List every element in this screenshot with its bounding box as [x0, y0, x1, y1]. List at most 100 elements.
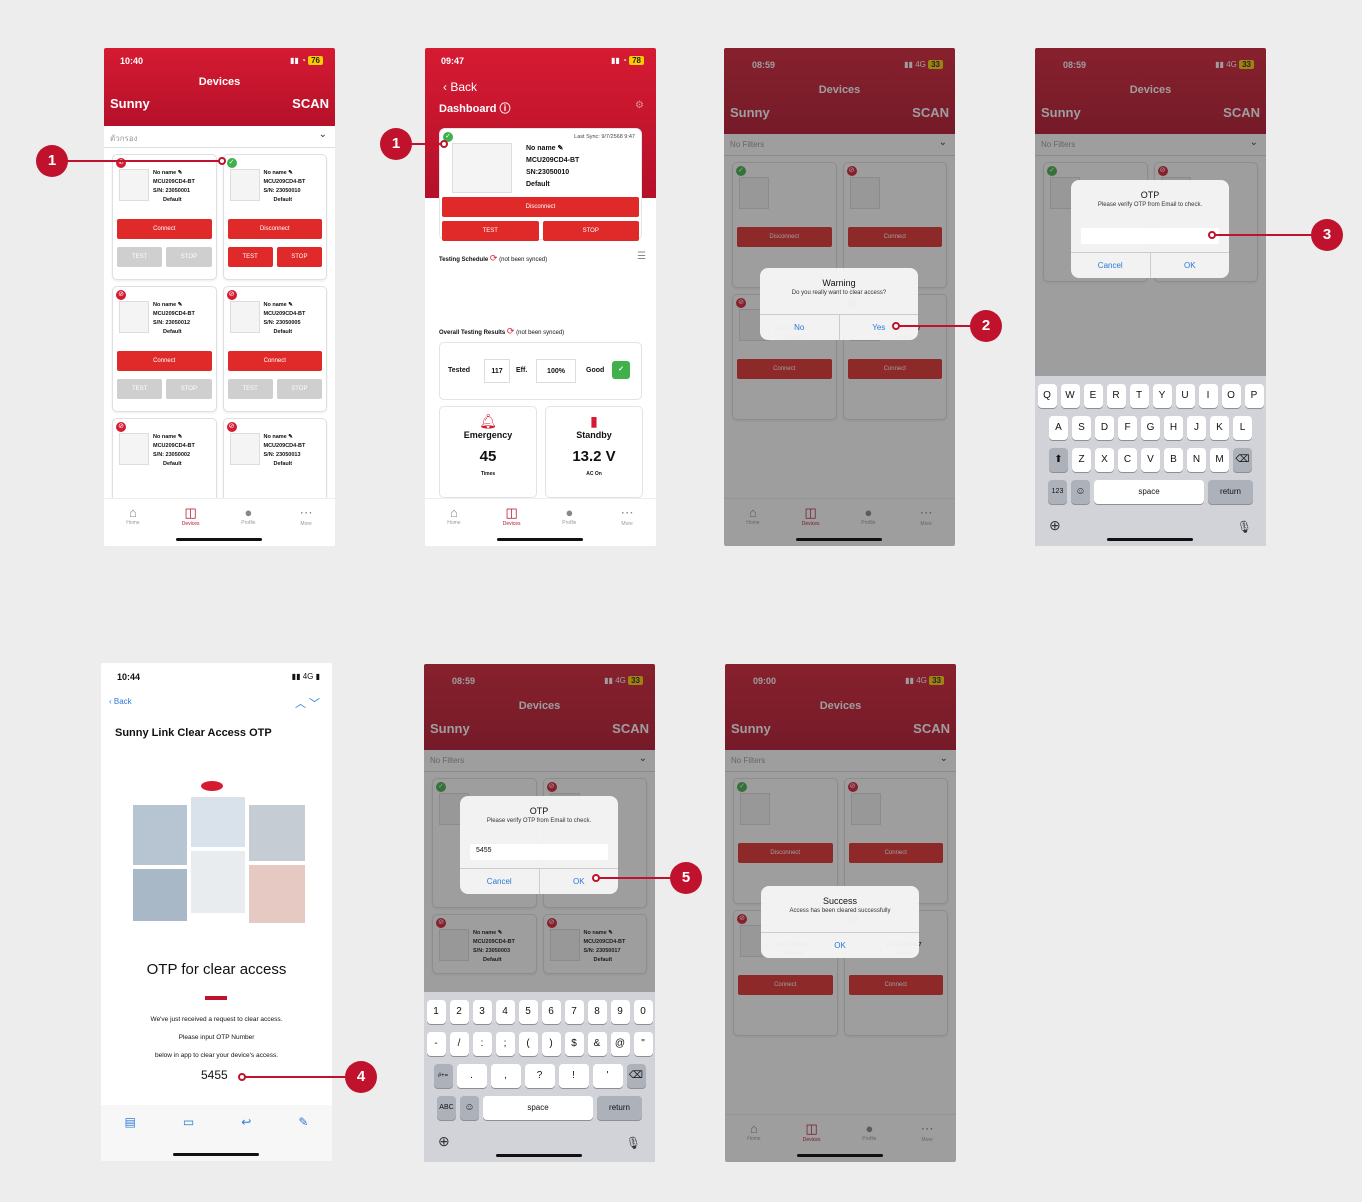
- tab-home[interactable]: ⌂ Home: [113, 505, 153, 546]
- key[interactable]: C: [1118, 448, 1137, 472]
- return-key[interactable]: return: [1208, 480, 1253, 504]
- otp-input[interactable]: 5455: [470, 844, 608, 860]
- key[interactable]: G: [1141, 416, 1160, 440]
- symbols-key[interactable]: #+=: [433, 1064, 453, 1088]
- key[interactable]: .: [456, 1064, 487, 1088]
- key[interactable]: K: [1210, 416, 1229, 440]
- yes-button[interactable]: Yes: [838, 315, 919, 340]
- key[interactable]: 8: [587, 1000, 607, 1024]
- back-button[interactable]: ‹ Back: [109, 697, 132, 706]
- key[interactable]: A: [1049, 416, 1068, 440]
- test-button[interactable]: TEST: [117, 247, 163, 267]
- stop-button[interactable]: STOP: [166, 379, 212, 399]
- tab-more[interactable]: ⋯ More: [607, 505, 647, 546]
- key[interactable]: Z: [1072, 448, 1091, 472]
- key[interactable]: M: [1210, 448, 1229, 472]
- otp-input[interactable]: [1081, 228, 1219, 244]
- key[interactable]: N: [1187, 448, 1206, 472]
- key[interactable]: V: [1141, 448, 1160, 472]
- test-button[interactable]: TEST: [227, 379, 273, 399]
- device-card[interactable]: ⊘ No name ✎ MCU209CD4-BT S/N: 23050001 D…: [112, 154, 217, 280]
- key[interactable]: F: [1118, 416, 1137, 440]
- connect-button[interactable]: Connect: [227, 351, 322, 371]
- key[interactable]: U: [1175, 384, 1195, 408]
- key[interactable]: 7: [564, 1000, 584, 1024]
- key[interactable]: 9: [610, 1000, 630, 1024]
- key[interactable]: R: [1106, 384, 1126, 408]
- globe-icon[interactable]: ⊕: [1049, 517, 1061, 534]
- disconnect-button[interactable]: Disconnect: [442, 197, 639, 217]
- key[interactable]: 5: [518, 1000, 538, 1024]
- key[interactable]: @: [610, 1032, 630, 1056]
- key[interactable]: O: [1221, 384, 1241, 408]
- key[interactable]: 2: [449, 1000, 469, 1024]
- key[interactable]: X: [1095, 448, 1114, 472]
- calendar-icon[interactable]: ☰: [637, 251, 646, 262]
- key[interactable]: (: [518, 1032, 538, 1056]
- stop-button[interactable]: STOP: [542, 221, 639, 241]
- numbers-key[interactable]: 123: [1048, 480, 1067, 504]
- compose-icon[interactable]: ✎: [298, 1115, 308, 1161]
- microphone-icon[interactable]: 🎙︎: [626, 1136, 641, 1150]
- connect-button[interactable]: Connect: [117, 219, 212, 239]
- test-button[interactable]: TEST: [442, 221, 539, 241]
- key[interactable]: !: [558, 1064, 589, 1088]
- test-button[interactable]: TEST: [117, 379, 163, 399]
- no-button[interactable]: No: [760, 315, 839, 340]
- key[interactable]: E: [1083, 384, 1103, 408]
- shift-icon[interactable]: ⬆: [1049, 448, 1068, 472]
- globe-icon[interactable]: ⊕: [438, 1133, 450, 1150]
- key[interactable]: ?: [524, 1064, 555, 1088]
- key[interactable]: S: [1072, 416, 1091, 440]
- emoji-icon[interactable]: ☺: [1071, 480, 1090, 504]
- key[interactable]: /: [449, 1032, 469, 1056]
- chevron-up-down-icon[interactable]: ︿ ﹀: [295, 695, 320, 711]
- key[interactable]: ): [541, 1032, 561, 1056]
- key[interactable]: $: [564, 1032, 584, 1056]
- key[interactable]: L: [1233, 416, 1252, 440]
- space-key[interactable]: space: [1094, 480, 1204, 504]
- connect-button[interactable]: Connect: [117, 351, 212, 371]
- key[interactable]: T: [1129, 384, 1149, 408]
- key[interactable]: ;: [495, 1032, 515, 1056]
- key[interactable]: W: [1060, 384, 1080, 408]
- return-key[interactable]: return: [597, 1096, 642, 1120]
- device-card[interactable]: ⊘ No name ✎ MCU209CD4-BT S/N: 23050005 D…: [222, 286, 327, 412]
- key[interactable]: J: [1187, 416, 1206, 440]
- tab-home[interactable]: ⌂ Home: [434, 505, 474, 546]
- disconnect-button[interactable]: Disconnect: [227, 219, 322, 239]
- tab-more[interactable]: ⋯ More: [286, 505, 326, 546]
- key[interactable]: Y: [1152, 384, 1172, 408]
- settings-icon[interactable]: ⚙: [635, 100, 644, 111]
- device-card[interactable]: ⊘ No name ✎ MCU209CD4-BT S/N: 23050012 D…: [112, 286, 217, 412]
- backspace-icon[interactable]: ⌫: [626, 1064, 646, 1088]
- key[interactable]: ,: [490, 1064, 521, 1088]
- key[interactable]: H: [1164, 416, 1183, 440]
- stop-button[interactable]: STOP: [276, 379, 322, 399]
- ok-button[interactable]: OK: [538, 869, 619, 894]
- key[interactable]: 4: [495, 1000, 515, 1024]
- stop-button[interactable]: STOP: [276, 247, 322, 267]
- key[interactable]: 6: [541, 1000, 561, 1024]
- ok-button[interactable]: OK: [1149, 253, 1230, 278]
- cancel-button[interactable]: Cancel: [460, 869, 539, 894]
- backspace-icon[interactable]: ⌫: [1233, 448, 1252, 472]
- key[interactable]: ': [592, 1064, 623, 1088]
- cancel-button[interactable]: Cancel: [1071, 253, 1150, 278]
- key[interactable]: I: [1198, 384, 1218, 408]
- emoji-icon[interactable]: ☺: [460, 1096, 479, 1120]
- key[interactable]: &: [587, 1032, 607, 1056]
- key[interactable]: D: [1095, 416, 1114, 440]
- device-card[interactable]: ✓ No name ✎ MCU209CD4-BT S/N: 23050010 D…: [222, 154, 327, 280]
- test-button[interactable]: TEST: [227, 247, 273, 267]
- ok-button[interactable]: OK: [761, 933, 919, 958]
- key[interactable]: 3: [472, 1000, 492, 1024]
- key[interactable]: Q: [1037, 384, 1057, 408]
- back-button[interactable]: ‹ Back: [443, 80, 477, 94]
- key[interactable]: B: [1164, 448, 1183, 472]
- key[interactable]: :: [472, 1032, 492, 1056]
- filter-dropdown[interactable]: ตัวกรอง ⌄: [104, 126, 335, 148]
- space-key[interactable]: space: [483, 1096, 593, 1120]
- key[interactable]: 0: [633, 1000, 653, 1024]
- key[interactable]: P: [1244, 384, 1264, 408]
